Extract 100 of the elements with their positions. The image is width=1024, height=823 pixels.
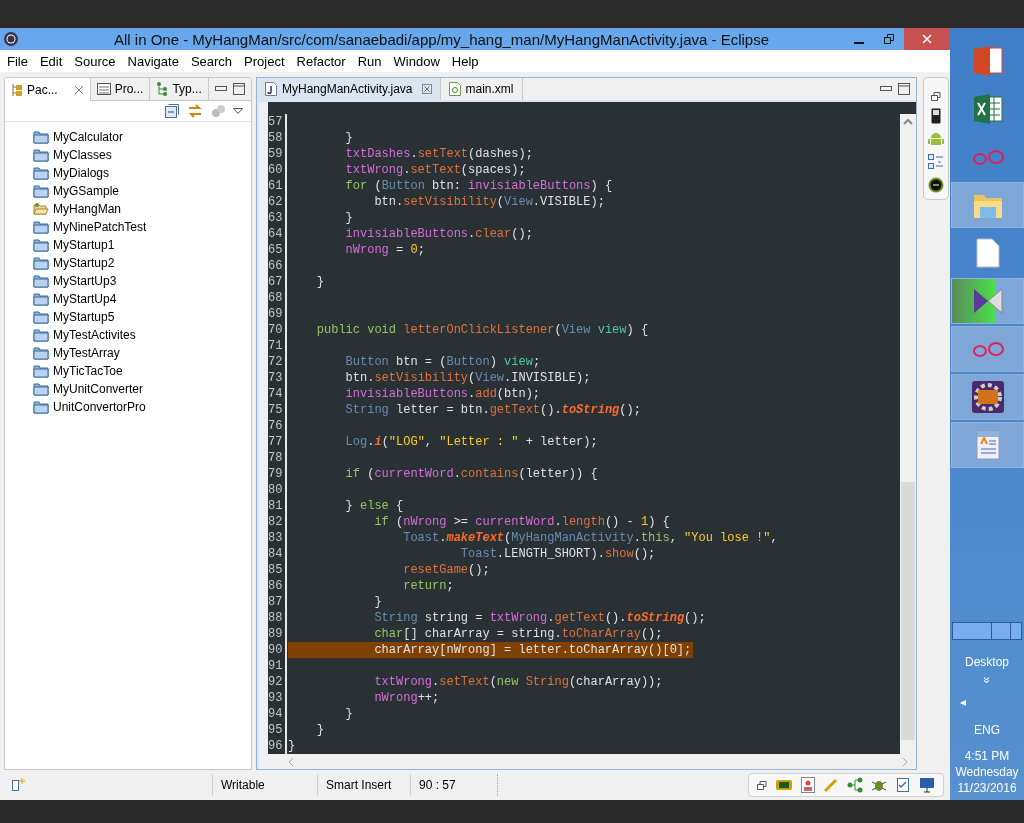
line-number: 85: [268, 562, 284, 578]
code-line: return;: [402, 578, 454, 594]
project-name[interactable]: UnitConvertorPro: [53, 400, 146, 414]
maximize-icon[interactable]: [233, 83, 245, 95]
project-name[interactable]: MyNinePatchTest: [53, 220, 147, 234]
eclipse-logo-icon: [3, 31, 19, 47]
code-line: invisiableButtons.add(btn);: [344, 386, 541, 402]
hierarchy-icon[interactable]: [847, 777, 863, 793]
dropdown-icon[interactable]: [233, 108, 243, 114]
monitor-icon[interactable]: [919, 777, 935, 793]
menu-item[interactable]: Edit: [33, 53, 69, 69]
minimize-icon[interactable]: [880, 86, 892, 92]
line-number: 70: [268, 322, 284, 338]
menu-item[interactable]: Help: [445, 53, 485, 69]
project-name[interactable]: MyStartup1: [53, 238, 115, 252]
line-number: 78: [268, 450, 284, 466]
restore-icon: [884, 34, 894, 44]
status-text: Smart Insert: [326, 778, 392, 792]
fast-view-icon[interactable]: [12, 776, 26, 791]
menu-item[interactable]: Project: [238, 53, 291, 69]
circles-icon: [970, 339, 1005, 359]
vertical-scrollbar[interactable]: [900, 114, 916, 754]
line-number: 62: [268, 194, 284, 210]
project-name[interactable]: MyDialogs: [53, 166, 109, 180]
line-number: 80: [268, 482, 284, 498]
horizontal-scrollbar[interactable]: [952, 622, 1022, 640]
project-name[interactable]: MyTicTacToe: [53, 364, 123, 378]
menu-item[interactable]: Window: [387, 53, 446, 69]
code-line: }: [373, 594, 382, 610]
menu-item[interactable]: Navigate: [121, 53, 185, 69]
line-number: 86: [268, 578, 284, 594]
line-number: 93: [268, 690, 284, 706]
code-line: for (Button btn: invisiableButtons) {: [344, 178, 613, 194]
project-name[interactable]: MyUnitConverter: [53, 382, 144, 396]
project-name[interactable]: MyClasses: [53, 148, 112, 162]
minimize-icon[interactable]: [215, 86, 227, 92]
outline-icon[interactable]: [928, 154, 944, 170]
java-file-icon: [265, 82, 277, 96]
code-line: if (currentWord.contains(letter)) {: [344, 466, 598, 482]
project-name[interactable]: MyTestActivites: [53, 328, 136, 342]
menu-item[interactable]: Run: [351, 53, 388, 69]
taskbar-app[interactable]: [951, 374, 1024, 420]
project-name[interactable]: MyStartUp4: [53, 292, 117, 306]
document-icon: [973, 430, 1002, 460]
blank-file-icon: [975, 238, 1000, 268]
picture-icon[interactable]: [801, 777, 815, 793]
hierarchy-icon: [156, 82, 169, 96]
restore-icon[interactable]: [757, 780, 767, 790]
line-number: 66: [268, 258, 284, 274]
project-name[interactable]: MyHangMan: [53, 202, 122, 216]
spreadsheet-app-icon: [971, 93, 1004, 125]
menu-item[interactable]: Search: [184, 53, 239, 69]
restore-icon[interactable]: [931, 92, 941, 101]
line-number: 59: [268, 146, 284, 162]
project-name[interactable]: MyStartup2: [53, 256, 115, 270]
project-name[interactable]: MyTestArray: [53, 346, 120, 360]
close-icon: [922, 34, 932, 44]
project-name[interactable]: MyGSample: [53, 184, 120, 198]
line-number: 63: [268, 210, 284, 226]
code-line: String letter = btn.getText().toString();: [344, 402, 641, 418]
code-line: }: [315, 722, 324, 738]
line-number: 83: [268, 530, 284, 546]
menu-item[interactable]: File: [1, 53, 34, 69]
checklist-icon[interactable]: [895, 777, 911, 793]
project-name[interactable]: MyCalculator: [53, 130, 124, 144]
code-line: char[] charArray = string.toCharArray();: [373, 626, 663, 642]
taskbar-app[interactable]: [951, 278, 1024, 324]
close-icon[interactable]: [421, 84, 432, 94]
line-number: 76: [268, 418, 284, 434]
code-line: txtWrong.setText(new String(charArray));: [373, 674, 663, 690]
project-name[interactable]: MyStartUp3: [53, 274, 117, 288]
code-line: txtDashes.setText(dashes);: [344, 146, 533, 162]
menu-item[interactable]: Source: [68, 53, 122, 69]
menu-item[interactable]: Refactor: [290, 53, 352, 69]
line-number: 90: [268, 642, 284, 658]
line-number: 79: [268, 466, 284, 482]
maximize-icon[interactable]: [898, 83, 910, 95]
scroll-up-icon[interactable]: [903, 118, 913, 126]
collapse-all-icon[interactable]: [165, 104, 179, 118]
line-number: 74: [268, 386, 284, 402]
phone-icon[interactable]: [931, 108, 941, 124]
line-number: 95: [268, 722, 284, 738]
line-number: 69: [268, 306, 284, 322]
line-number: 77: [268, 434, 284, 450]
line-number: 91: [268, 658, 284, 674]
code-line: }: [315, 274, 324, 290]
code-line: nWrong++;: [373, 690, 440, 706]
package-icon: [11, 82, 23, 97]
line-number: 84: [268, 546, 284, 562]
link-editor-icon[interactable]: [187, 104, 203, 118]
code-line: }: [344, 210, 353, 226]
view-tab[interactable]: Pac...: [5, 78, 91, 101]
line-number: 73: [268, 370, 284, 386]
line-number: 71: [268, 338, 284, 354]
line-number: 75: [268, 402, 284, 418]
editor-tab[interactable]: MyHangManActivity.java: [257, 78, 441, 100]
project-name[interactable]: MyStartup5: [53, 310, 115, 324]
device-icon[interactable]: [775, 778, 793, 792]
code-line: resetGame();: [402, 562, 490, 578]
close-icon[interactable]: [73, 84, 84, 95]
